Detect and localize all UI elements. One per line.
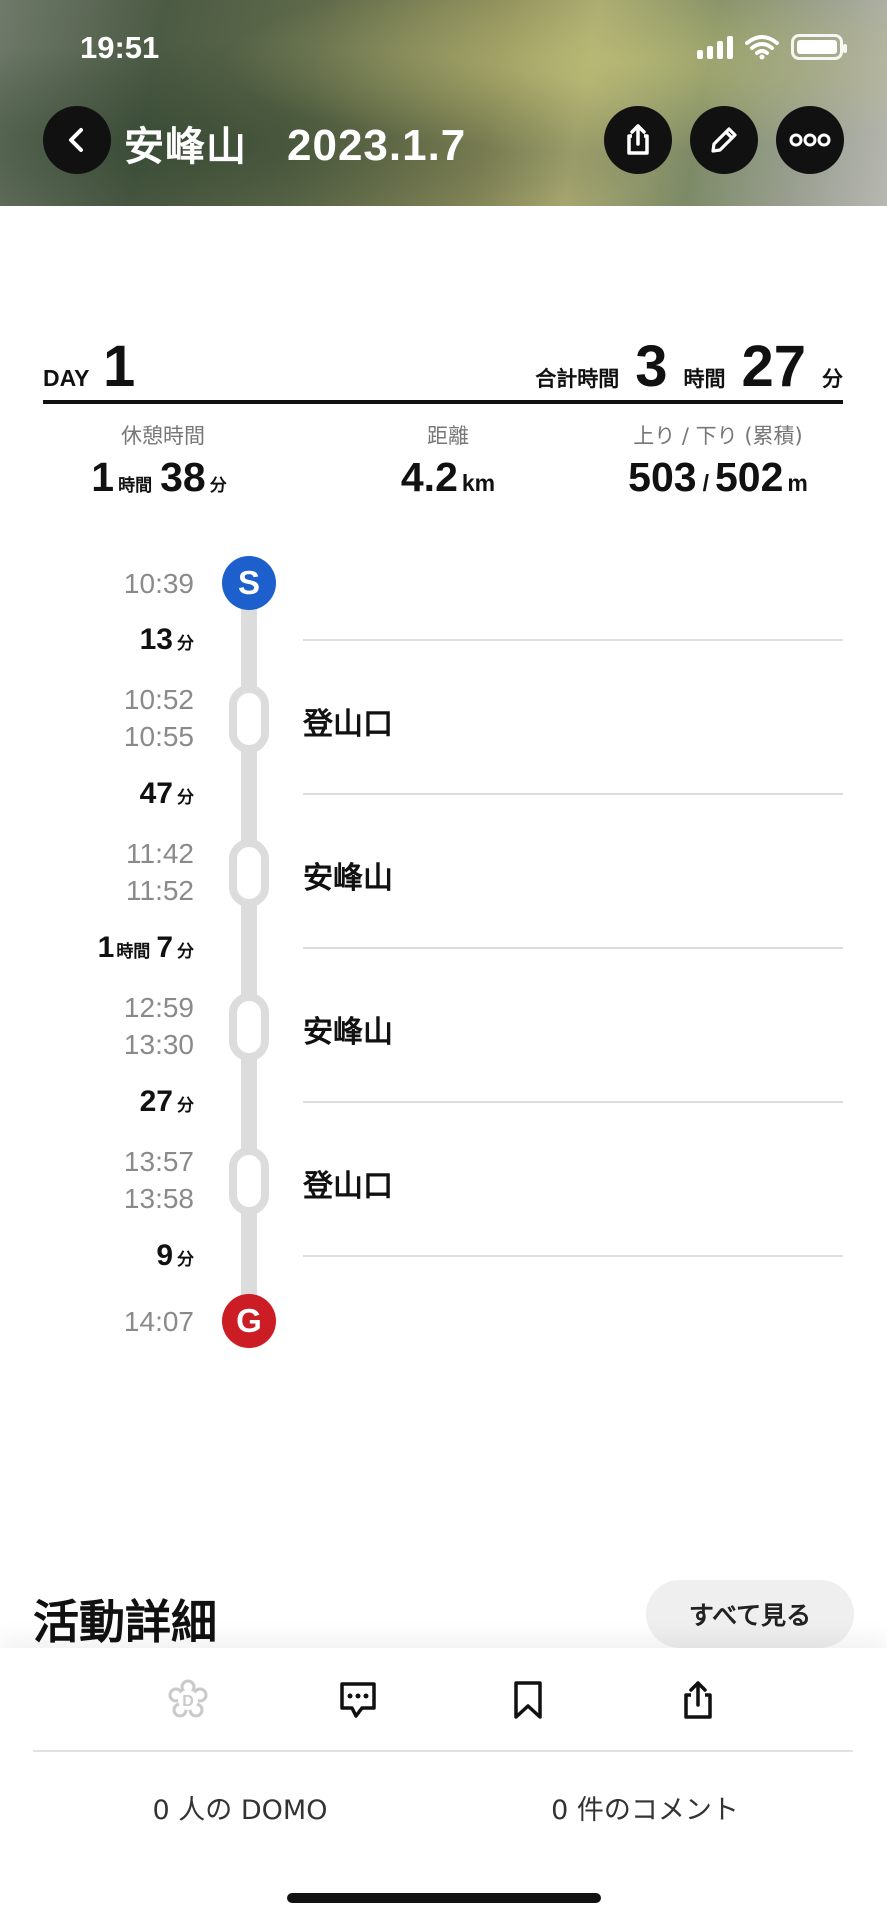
stats-row: 休憩時間 1 時間 38 分 距離 4.2 km 上り / 下り (累積) 503/50…	[43, 420, 843, 520]
domo-icon: D	[168, 1679, 208, 1718]
rest-minutes-unit: 分	[209, 476, 227, 496]
svg-text:D: D	[182, 1693, 194, 1710]
stop-place[interactable]: 登山口	[303, 1161, 393, 1205]
total-time-label: 合計時間	[535, 367, 620, 391]
edit-button[interactable]	[690, 106, 758, 174]
rest-time-label: 休憩時間	[121, 424, 205, 448]
rest-minutes: 38	[160, 454, 206, 500]
segment-line	[303, 1101, 843, 1103]
comment-icon	[340, 1682, 376, 1718]
rest-hours-unit: 時間	[118, 476, 153, 496]
hours-unit: 時間	[683, 367, 726, 391]
rest-time-stat: 休憩時間 1 時間 38 分	[63, 420, 263, 501]
distance-unit: km	[461, 470, 496, 496]
day-summary: DAY 1 合計時間 3 時間 27 分	[43, 318, 843, 400]
mountain-name: 安峰山	[124, 124, 247, 170]
activity-date: 2023.1.7	[287, 121, 467, 170]
day-label: DAY	[43, 365, 90, 391]
see-all-button[interactable]: すべて見る	[646, 1580, 854, 1648]
back-icon	[69, 128, 83, 152]
share-icon	[684, 1681, 712, 1719]
wifi-icon	[745, 35, 779, 60]
page-title: 安峰山 2023.1.7	[124, 114, 466, 172]
edit-icon	[711, 127, 737, 153]
bookmark-icon	[514, 1681, 542, 1719]
divider	[43, 400, 843, 404]
elevation-separator: /	[702, 470, 709, 496]
minutes-unit: 分	[822, 367, 843, 391]
status-icons	[697, 34, 847, 60]
share-activity-button[interactable]	[672, 1674, 724, 1726]
header: 19:51 安峰山 2023.1.7	[0, 0, 887, 206]
stop-marker	[229, 1147, 269, 1215]
stop-times: 12:59 13:30	[123, 992, 194, 1060]
total-time: 合計時間 3 時間 27 分	[535, 333, 843, 400]
stop-marker	[229, 839, 269, 907]
share-button[interactable]	[604, 106, 672, 174]
divider	[33, 1750, 853, 1752]
domo-count[interactable]: 0 人の DOMO	[100, 1788, 380, 1827]
stop-marker	[229, 993, 269, 1061]
total-minutes: 27	[741, 334, 806, 399]
timeline: S 10:39 13 分 10:52 10:55 登山口 47 分 11:42 11:5…	[0, 545, 887, 1348]
bookmark-button[interactable]	[502, 1674, 554, 1726]
share-icon	[627, 124, 649, 155]
comment-count[interactable]: 0 件のコメント	[505, 1788, 785, 1827]
segment-line	[303, 1255, 843, 1257]
more-button[interactable]	[776, 106, 844, 174]
segment-duration: 47 分	[139, 777, 194, 810]
stop-times: 13:57 13:58	[123, 1146, 194, 1214]
goal-time: 14:07	[123, 1306, 194, 1337]
start-marker: S	[222, 556, 276, 610]
stop-place[interactable]: 安峰山	[303, 1007, 393, 1051]
distance-value: 4.2	[400, 454, 458, 500]
status-time: 19:51	[80, 30, 160, 65]
day-number: 1	[103, 334, 136, 399]
segment-duration: 13 分	[139, 623, 194, 656]
segment-line	[303, 793, 843, 795]
segment-duration: 9分	[156, 1239, 194, 1272]
stop-times: 10:52 10:55	[123, 684, 194, 752]
battery-icon	[791, 34, 847, 60]
nav-row: 安峰山 2023.1.7	[0, 106, 887, 176]
stop-marker	[229, 685, 269, 753]
start-time: 10:39	[123, 568, 194, 599]
stop-place[interactable]: 安峰山	[303, 853, 393, 897]
elevation-unit: m	[787, 470, 808, 496]
stop-place[interactable]: 登山口	[303, 699, 393, 743]
elevation-stat: 上り / 下り (累積) 503/502 m	[583, 420, 853, 501]
home-indicator	[287, 1893, 601, 1903]
segment-line	[303, 639, 843, 641]
back-button[interactable]	[43, 106, 111, 174]
bottom-action-bar: D 0 人の DOMO 0 件のコメント	[0, 1648, 887, 1920]
descent-value: 502	[714, 454, 784, 500]
signal-icon	[697, 35, 733, 59]
activity-details-title: 活動詳細	[33, 1595, 217, 1649]
action-row: D	[0, 1674, 887, 1726]
stop-times: 11:42 11:52	[126, 838, 194, 906]
segment-duration: 1 時間 7 分	[97, 931, 194, 964]
goal-marker: G	[222, 1294, 276, 1348]
domo-button[interactable]: D	[162, 1674, 214, 1726]
more-icon	[789, 133, 831, 147]
comment-button[interactable]	[332, 1674, 384, 1726]
segment-duration: 27 分	[139, 1085, 194, 1118]
total-hours: 3	[635, 334, 668, 399]
ascent-value: 503	[628, 454, 697, 500]
elevation-label: 上り / 下り (累積)	[633, 424, 803, 448]
rest-hours: 1	[91, 454, 115, 500]
distance-label: 距離	[427, 424, 469, 448]
segment-line	[303, 947, 843, 949]
distance-stat: 距離 4.2 km	[338, 420, 558, 501]
